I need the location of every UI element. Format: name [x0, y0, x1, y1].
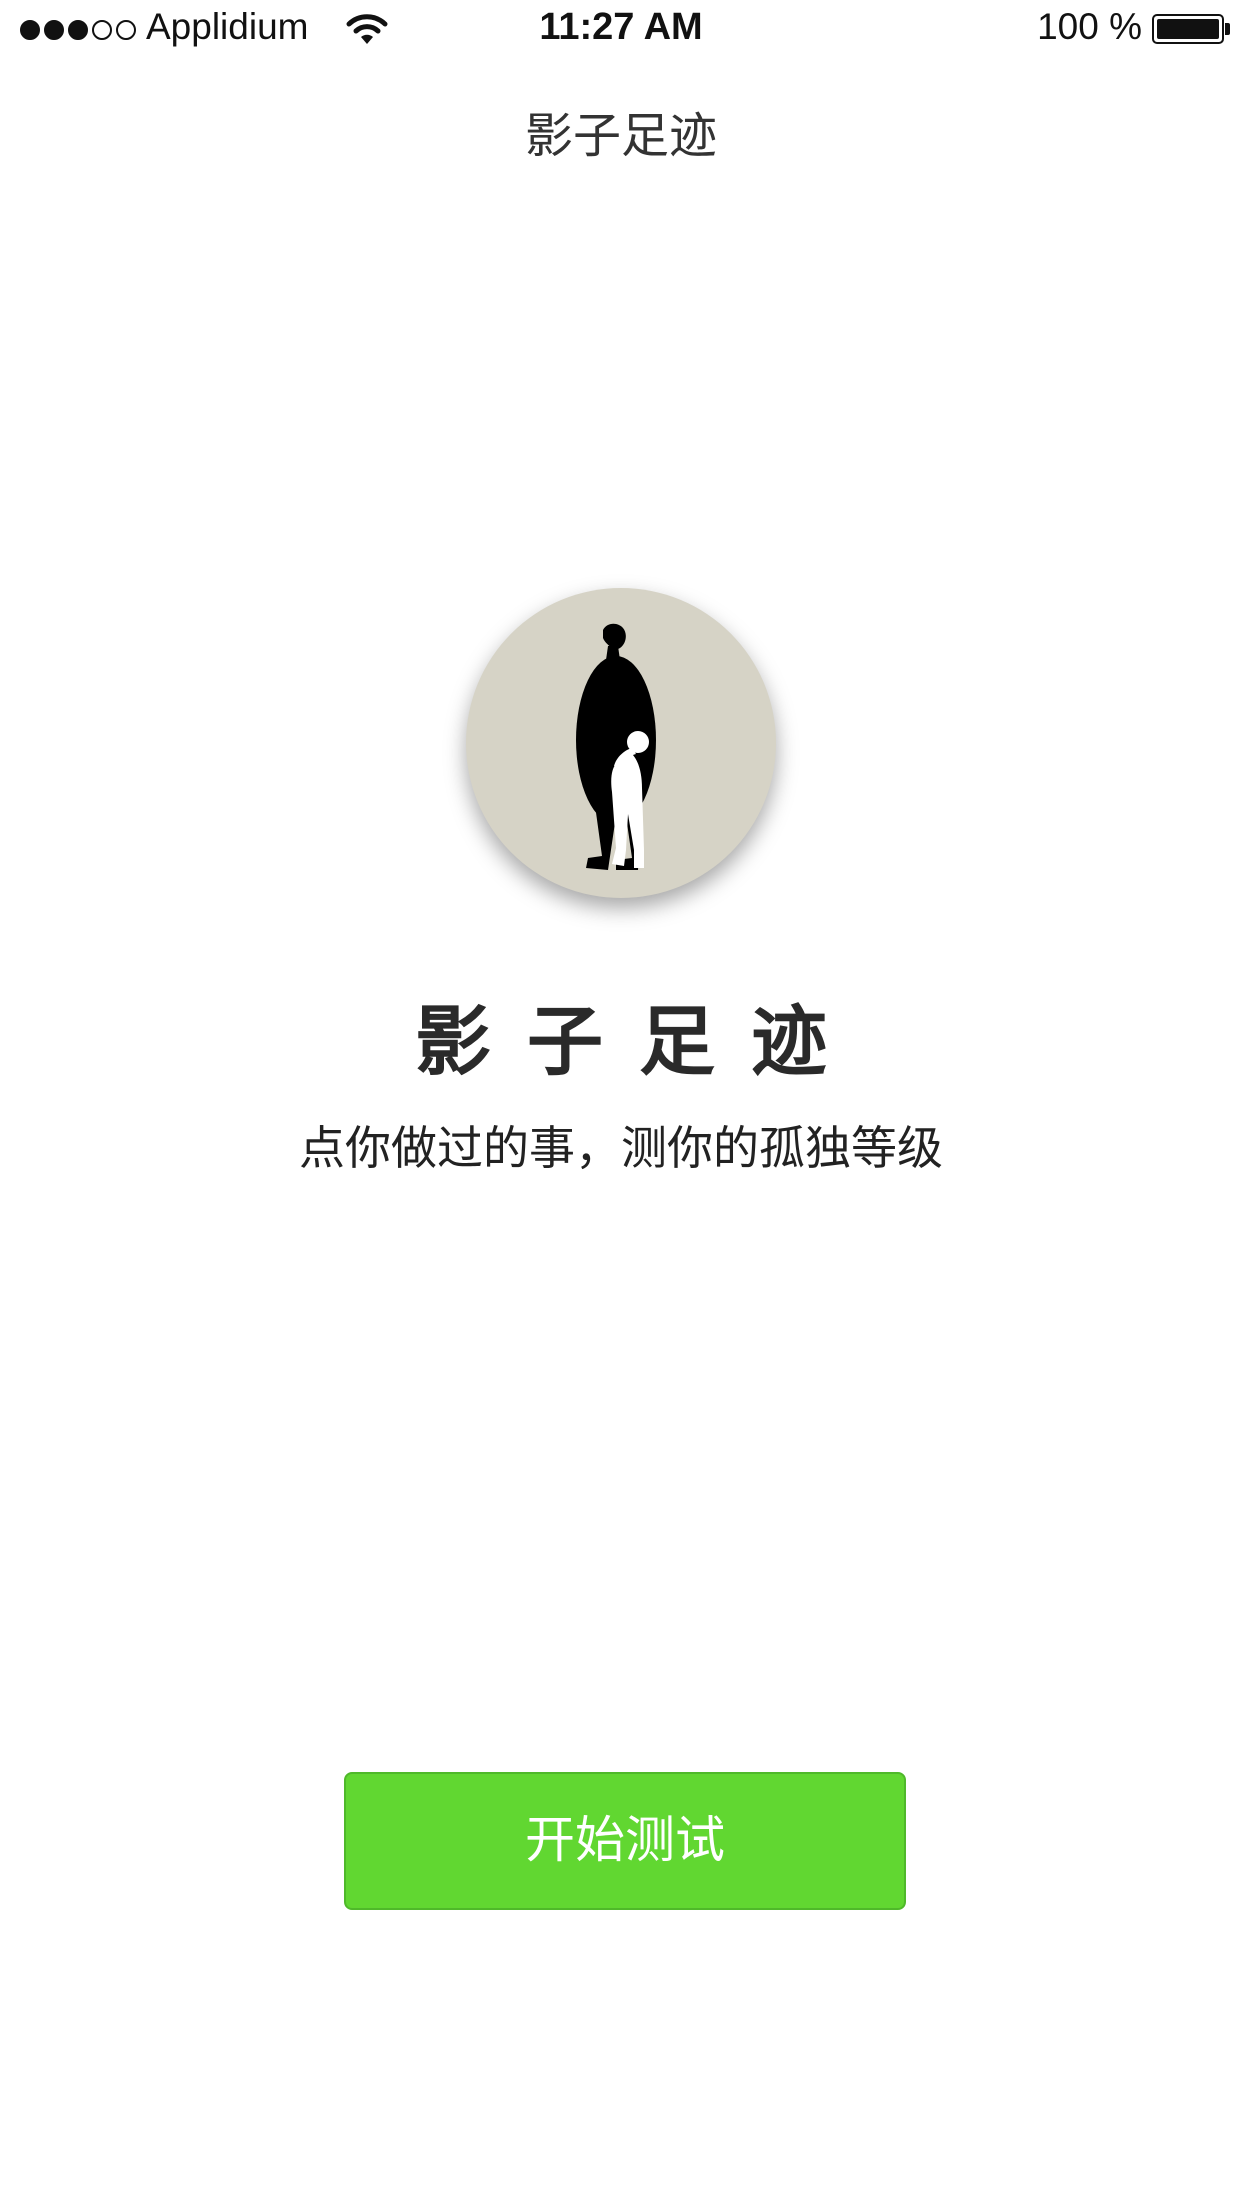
signal-dot: [68, 20, 88, 40]
status-bar: Applidium 11:27 AM 100 %: [0, 0, 1242, 60]
signal-dot: [92, 20, 112, 40]
app-subtitle: 点你做过的事，测你的孤独等级: [299, 1121, 943, 1175]
signal-dot: [116, 20, 136, 40]
signal-dot: [20, 20, 40, 40]
carrier-name: Applidium: [146, 6, 309, 47]
signal-dot: [44, 20, 64, 40]
nav-title: 影子足迹: [524, 108, 717, 164]
shadow-silhouette-icon: [576, 623, 656, 870]
signal-strength-icon: [20, 20, 136, 40]
app-title: 影子足迹: [415, 997, 863, 1086]
start-test-button[interactable]: 开始测试: [344, 1772, 906, 1910]
app-logo: [466, 588, 776, 898]
battery-percentage: 100 %: [1037, 6, 1142, 47]
battery-icon: [1152, 14, 1230, 44]
wifi-icon: [346, 14, 388, 44]
